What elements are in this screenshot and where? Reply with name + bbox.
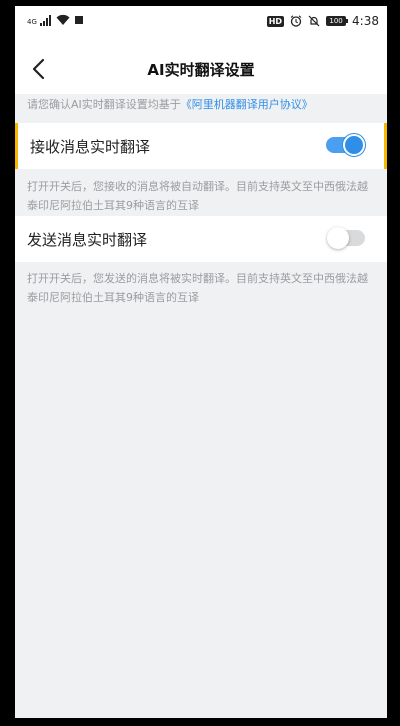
status-left: 4G xyxy=(27,14,83,26)
send-translation-toggle[interactable] xyxy=(327,227,365,249)
page-title: AI实时翻译设置 xyxy=(147,61,255,79)
status-bar: 4G HD 100 4:38 xyxy=(15,6,387,44)
header-bar: AI实时翻译设置 xyxy=(15,44,387,94)
notification-icon xyxy=(74,16,83,24)
toggle-knob xyxy=(343,134,365,156)
wifi-icon xyxy=(56,14,70,25)
alarm-icon xyxy=(290,15,302,27)
receive-translation-description: 打开开关后，您接收的消息将被自动翻译。目前支持英文至中西俄法越泰印尼阿拉伯土耳其… xyxy=(27,180,368,212)
setting-label-send: 发送消息实时翻译 xyxy=(27,231,148,249)
signal-icon xyxy=(39,14,51,26)
hd-badge: HD xyxy=(266,15,285,27)
status-right: HD 100 4:38 xyxy=(266,14,379,28)
agreement-link[interactable]: 《阿里机器翻译用户协议》 xyxy=(181,98,313,111)
network-type-label: 4G xyxy=(27,18,37,26)
setting-label-receive: 接收消息实时翻译 xyxy=(30,138,151,156)
mute-icon xyxy=(308,15,320,27)
agreement-notice: 请您确认AI实时翻译设置均基于《阿里机器翻译用户协议》 xyxy=(27,96,381,112)
setting-row-receive-translation[interactable]: 接收消息实时翻译 xyxy=(15,123,387,169)
setting-row-send-translation[interactable]: 发送消息实时翻译 xyxy=(15,216,387,262)
status-time: 4:38 xyxy=(352,14,379,28)
send-translation-description: 打开开关后，您发送的消息将被实时翻译。目前支持英文至中西俄法越泰印尼阿拉伯土耳其… xyxy=(27,272,368,304)
toggle-knob xyxy=(327,227,349,249)
notice-text: 请您确认AI实时翻译设置均基于 xyxy=(27,98,181,111)
phone-screen: 4G HD 100 4:38 AI实时翻译设置 请您确认AI实时翻译设置均基于《… xyxy=(15,6,387,718)
battery-icon: 100 xyxy=(326,16,349,26)
receive-translation-toggle[interactable] xyxy=(326,134,365,156)
